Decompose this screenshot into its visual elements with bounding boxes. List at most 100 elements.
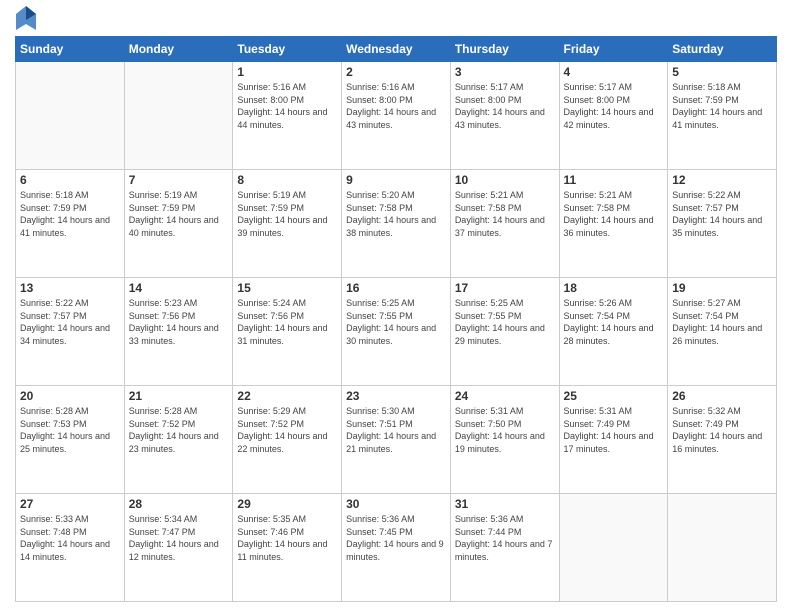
day-number: 27 (20, 497, 120, 511)
logo-icon (16, 6, 36, 30)
day-info: Sunrise: 5:21 AMSunset: 7:58 PMDaylight:… (455, 189, 555, 239)
day-info: Sunrise: 5:24 AMSunset: 7:56 PMDaylight:… (237, 297, 337, 347)
header (15, 10, 777, 30)
calendar-cell: 20 Sunrise: 5:28 AMSunset: 7:53 PMDayligh… (16, 386, 125, 494)
day-number: 18 (564, 281, 664, 295)
day-number: 4 (564, 65, 664, 79)
day-info: Sunrise: 5:29 AMSunset: 7:52 PMDaylight:… (237, 405, 337, 455)
calendar-cell: 4 Sunrise: 5:17 AMSunset: 8:00 PMDaylight… (559, 62, 668, 170)
calendar-cell: 9Sunrise: 5:20 AMSunset: 7:58 PMDaylight… (342, 170, 451, 278)
calendar-cell: 28 Sunrise: 5:34 AMSunset: 7:47 PMDayligh… (124, 494, 233, 602)
calendar-cell: 15Sunrise: 5:24 AMSunset: 7:56 PMDayligh… (233, 278, 342, 386)
day-number: 16 (346, 281, 446, 295)
day-number: 20 (20, 389, 120, 403)
day-number: 6 (20, 173, 120, 187)
day-info: Sunrise: 5:17 AMSunset: 8:00 PMDaylight:… (564, 81, 664, 131)
day-number: 31 (455, 497, 555, 511)
day-info: Sunrise: 5:18 AMSunset: 7:59 PMDaylight:… (20, 189, 120, 239)
calendar-cell: 17 Sunrise: 5:25 AMSunset: 7:55 PMDayligh… (450, 278, 559, 386)
day-number: 1 (237, 65, 337, 79)
calendar-cell: 3 Sunrise: 5:17 AMSunset: 8:00 PMDaylight… (450, 62, 559, 170)
day-number: 30 (346, 497, 446, 511)
calendar-cell (559, 494, 668, 602)
calendar-cell: 21Sunrise: 5:28 AMSunset: 7:52 PMDayligh… (124, 386, 233, 494)
day-number: 5 (672, 65, 772, 79)
day-info: Sunrise: 5:25 AMSunset: 7:55 PMDaylight:… (346, 297, 446, 347)
day-info: Sunrise: 5:22 AMSunset: 7:57 PMDaylight:… (20, 297, 120, 347)
day-info: Sunrise: 5:25 AMSunset: 7:55 PMDaylight:… (455, 297, 555, 347)
day-info: Sunrise: 5:33 AMSunset: 7:48 PMDaylight:… (20, 513, 120, 563)
day-info: Sunrise: 5:17 AMSunset: 8:00 PMDaylight:… (455, 81, 555, 131)
calendar-cell (16, 62, 125, 170)
calendar-cell: 22 Sunrise: 5:29 AMSunset: 7:52 PMDayligh… (233, 386, 342, 494)
day-number: 21 (129, 389, 229, 403)
weekday-header: Sunday (16, 37, 125, 62)
day-info: Sunrise: 5:16 AMSunset: 8:00 PMDaylight:… (346, 81, 446, 131)
calendar-cell: 24 Sunrise: 5:31 AMSunset: 7:50 PMDayligh… (450, 386, 559, 494)
calendar-cell: 2Sunrise: 5:16 AMSunset: 8:00 PMDaylight… (342, 62, 451, 170)
calendar-week-row: 13Sunrise: 5:22 AMSunset: 7:57 PMDayligh… (16, 278, 777, 386)
day-number: 10 (455, 173, 555, 187)
weekday-header: Thursday (450, 37, 559, 62)
calendar-week-row: 27 Sunrise: 5:33 AMSunset: 7:48 PMDayligh… (16, 494, 777, 602)
day-number: 28 (129, 497, 229, 511)
weekday-header: Friday (559, 37, 668, 62)
calendar-cell: 13Sunrise: 5:22 AMSunset: 7:57 PMDayligh… (16, 278, 125, 386)
calendar-cell: 16 Sunrise: 5:25 AMSunset: 7:55 PMDayligh… (342, 278, 451, 386)
calendar-week-row: 20 Sunrise: 5:28 AMSunset: 7:53 PMDayligh… (16, 386, 777, 494)
calendar-cell: 11 Sunrise: 5:21 AMSunset: 7:58 PMDayligh… (559, 170, 668, 278)
day-info: Sunrise: 5:23 AMSunset: 7:56 PMDaylight:… (129, 297, 229, 347)
calendar-cell: 12 Sunrise: 5:22 AMSunset: 7:57 PMDayligh… (668, 170, 777, 278)
day-number: 14 (129, 281, 229, 295)
day-info: Sunrise: 5:35 AMSunset: 7:46 PMDaylight:… (237, 513, 337, 563)
logo (15, 10, 36, 30)
weekday-header: Tuesday (233, 37, 342, 62)
calendar-week-row: 6 Sunrise: 5:18 AMSunset: 7:59 PMDaylight… (16, 170, 777, 278)
calendar-cell: 8Sunrise: 5:19 AMSunset: 7:59 PMDaylight… (233, 170, 342, 278)
day-number: 25 (564, 389, 664, 403)
day-info: Sunrise: 5:36 AMSunset: 7:44 PMDaylight:… (455, 513, 555, 563)
day-number: 9 (346, 173, 446, 187)
day-number: 11 (564, 173, 664, 187)
weekday-header: Monday (124, 37, 233, 62)
day-info: Sunrise: 5:36 AMSunset: 7:45 PMDaylight:… (346, 513, 446, 563)
day-number: 23 (346, 389, 446, 403)
day-info: Sunrise: 5:31 AMSunset: 7:50 PMDaylight:… (455, 405, 555, 455)
calendar-cell: 18Sunrise: 5:26 AMSunset: 7:54 PMDayligh… (559, 278, 668, 386)
day-info: Sunrise: 5:22 AMSunset: 7:57 PMDaylight:… (672, 189, 772, 239)
day-number: 26 (672, 389, 772, 403)
calendar-cell: 19Sunrise: 5:27 AMSunset: 7:54 PMDayligh… (668, 278, 777, 386)
day-number: 29 (237, 497, 337, 511)
calendar-cell: 29 Sunrise: 5:35 AMSunset: 7:46 PMDayligh… (233, 494, 342, 602)
calendar-cell: 6 Sunrise: 5:18 AMSunset: 7:59 PMDaylight… (16, 170, 125, 278)
calendar-cell: 14 Sunrise: 5:23 AMSunset: 7:56 PMDayligh… (124, 278, 233, 386)
day-info: Sunrise: 5:34 AMSunset: 7:47 PMDaylight:… (129, 513, 229, 563)
calendar-cell (668, 494, 777, 602)
calendar-header-row: SundayMondayTuesdayWednesdayThursdayFrid… (16, 37, 777, 62)
day-number: 22 (237, 389, 337, 403)
calendar-cell: 27 Sunrise: 5:33 AMSunset: 7:48 PMDayligh… (16, 494, 125, 602)
calendar-table: SundayMondayTuesdayWednesdayThursdayFrid… (15, 36, 777, 602)
day-info: Sunrise: 5:21 AMSunset: 7:58 PMDaylight:… (564, 189, 664, 239)
calendar-cell: 31 Sunrise: 5:36 AMSunset: 7:44 PMDayligh… (450, 494, 559, 602)
weekday-header: Wednesday (342, 37, 451, 62)
day-info: Sunrise: 5:19 AMSunset: 7:59 PMDaylight:… (237, 189, 337, 239)
day-number: 3 (455, 65, 555, 79)
day-info: Sunrise: 5:32 AMSunset: 7:49 PMDaylight:… (672, 405, 772, 455)
calendar-cell: 5Sunrise: 5:18 AMSunset: 7:59 PMDaylight… (668, 62, 777, 170)
page: SundayMondayTuesdayWednesdayThursdayFrid… (0, 0, 792, 612)
day-info: Sunrise: 5:31 AMSunset: 7:49 PMDaylight:… (564, 405, 664, 455)
calendar-cell: 26 Sunrise: 5:32 AMSunset: 7:49 PMDayligh… (668, 386, 777, 494)
day-number: 17 (455, 281, 555, 295)
day-number: 12 (672, 173, 772, 187)
calendar-week-row: 1 Sunrise: 5:16 AMSunset: 8:00 PMDaylight… (16, 62, 777, 170)
calendar-cell: 10 Sunrise: 5:21 AMSunset: 7:58 PMDayligh… (450, 170, 559, 278)
day-info: Sunrise: 5:16 AMSunset: 8:00 PMDaylight:… (237, 81, 337, 131)
day-number: 24 (455, 389, 555, 403)
calendar-cell: 30 Sunrise: 5:36 AMSunset: 7:45 PMDayligh… (342, 494, 451, 602)
calendar-cell: 1 Sunrise: 5:16 AMSunset: 8:00 PMDaylight… (233, 62, 342, 170)
calendar-cell: 23Sunrise: 5:30 AMSunset: 7:51 PMDayligh… (342, 386, 451, 494)
calendar-cell: 7Sunrise: 5:19 AMSunset: 7:59 PMDaylight… (124, 170, 233, 278)
weekday-header: Saturday (668, 37, 777, 62)
day-info: Sunrise: 5:28 AMSunset: 7:53 PMDaylight:… (20, 405, 120, 455)
